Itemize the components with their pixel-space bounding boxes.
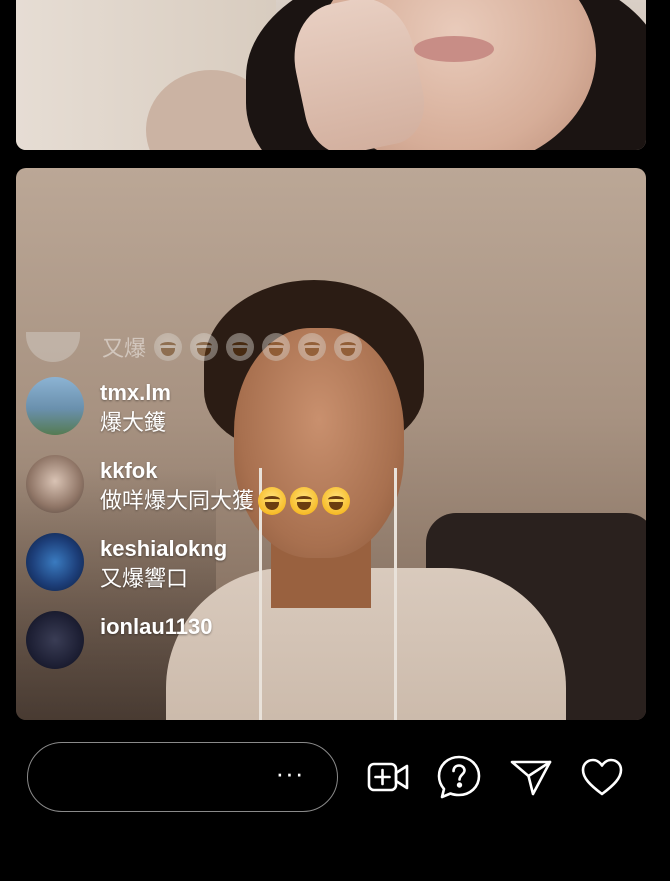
laughing-emoji-icon: [334, 333, 363, 361]
laughing-emoji-icon: [190, 333, 219, 361]
comment-message: 又爆響口: [100, 566, 189, 591]
avatar[interactable]: [26, 377, 84, 435]
comment-username[interactable]: ionlau1130: [100, 613, 213, 641]
laughing-emoji-icon: [262, 333, 291, 361]
laughing-emoji-icon: [258, 487, 287, 515]
laughing-emoji-icon: [226, 333, 255, 361]
faded-comment: 又爆: [26, 325, 406, 369]
avatar[interactable]: [26, 533, 84, 591]
bottom-bar: ···: [0, 720, 670, 881]
guest-video[interactable]: [16, 0, 646, 150]
comment-message: 爆大鑊: [100, 410, 167, 435]
video-plus-icon[interactable]: [364, 753, 412, 801]
comment-item: keshialokng 又爆響口: [26, 533, 406, 603]
comment-username[interactable]: kkfok: [100, 457, 350, 485]
comment-item: kkfok 做咩爆大同大獲: [26, 455, 406, 525]
comment-username[interactable]: tmx.lm: [100, 379, 171, 407]
heart-icon[interactable]: [578, 753, 626, 801]
comment-item: ionlau1130: [26, 611, 406, 681]
avatar[interactable]: [26, 611, 84, 669]
faded-comment-text: 又爆: [102, 336, 147, 361]
comments-feed: 又爆 tmx.lm 爆大鑊 kkfok 做咩爆大同大獲 keshialokng …: [26, 325, 406, 681]
avatar: [26, 332, 80, 362]
laughing-emoji-icon: [298, 333, 327, 361]
question-icon[interactable]: [435, 753, 483, 801]
avatar[interactable]: [26, 455, 84, 513]
laughing-emoji-icon: [322, 487, 351, 515]
comment-username[interactable]: keshialokng: [100, 535, 227, 563]
more-options-button[interactable]: ···: [270, 760, 310, 792]
comment-item: tmx.lm 爆大鑊: [26, 377, 406, 447]
comment-message: 做咩爆大同大獲: [100, 488, 255, 513]
laughing-emoji-icon: [154, 333, 183, 361]
live-stream-screen: 又爆 tmx.lm 爆大鑊 kkfok 做咩爆大同大獲 keshialokng …: [0, 0, 670, 881]
send-icon[interactable]: [507, 753, 555, 801]
laughing-emoji-icon: [290, 487, 319, 515]
